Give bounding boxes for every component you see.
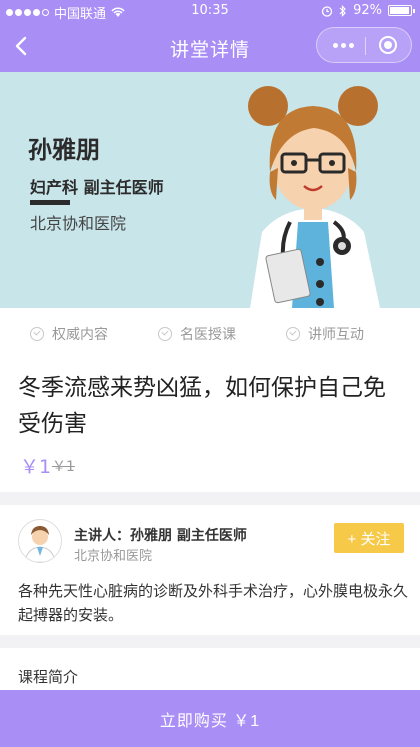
avatar[interactable] <box>18 519 62 563</box>
doctor-avatar-icon <box>24 526 56 562</box>
badge-interaction: 讲师互动 <box>286 324 364 344</box>
title-divider <box>30 200 70 205</box>
doctor-title: 妇产科 副主任医师 <box>30 178 164 197</box>
bluetooth-icon <box>339 4 346 17</box>
lecturer-description: 各种先天性心脏病的诊断及外科手术治疗，心外膜电极永久起搏器的安装。 <box>18 582 409 624</box>
battery-percent: 92% <box>353 3 382 18</box>
close-target-icon[interactable] <box>379 36 397 54</box>
badge-famous-doctor: 名医授课 <box>158 324 236 344</box>
lecturer-name: 主讲人：孙雅朋 副主任医师 <box>74 528 247 544</box>
feature-badges: 权威内容 名医授课 讲师互动 <box>0 308 420 359</box>
doctor-hospital: 北京协和医院 <box>30 214 127 233</box>
badge-label: 权威内容 <box>52 327 108 343</box>
lecturer-hospital: 北京协和医院 <box>74 549 153 564</box>
battery-icon <box>388 5 415 16</box>
nav-bar: 讲堂详情 <box>0 22 420 72</box>
alarm-icon <box>321 5 333 17</box>
mini-program-capsule <box>316 27 412 63</box>
doctor-name: 孙雅朋 <box>28 136 100 164</box>
doctor-banner: 孙雅朋 妇产科 副主任医师 北京协和医院 <box>0 72 420 308</box>
course-price: ￥1 <box>20 456 52 478</box>
status-right: 92% <box>321 3 415 18</box>
more-icon[interactable] <box>333 43 354 48</box>
check-circle-icon <box>286 327 300 341</box>
badge-label: 讲师互动 <box>308 327 364 343</box>
intro-heading: 课程简介 <box>18 668 79 686</box>
buy-now-button[interactable]: 立即购买 ￥1 <box>0 690 420 747</box>
capsule-divider <box>365 37 366 55</box>
check-circle-icon <box>158 327 172 341</box>
course-info: 冬季流感来势凶猛，如何保护自己免受伤害 ￥1 ￥1 <box>0 358 420 492</box>
badge-authoritative: 权威内容 <box>30 324 108 344</box>
doctor-illustration <box>248 86 380 308</box>
status-bar: 中国联通 10:35 92% <box>0 0 420 22</box>
check-circle-icon <box>30 327 44 341</box>
course-title: 冬季流感来势凶猛，如何保护自己免受伤害 <box>18 375 386 437</box>
follow-button[interactable]: + 关注 <box>334 523 404 553</box>
lecturer-card: 主讲人：孙雅朋 副主任医师 北京协和医院 + 关注 各种先天性心脏病的诊断及外科… <box>0 505 420 635</box>
badge-label: 名医授课 <box>180 327 236 343</box>
original-price: ￥1 <box>52 459 75 475</box>
